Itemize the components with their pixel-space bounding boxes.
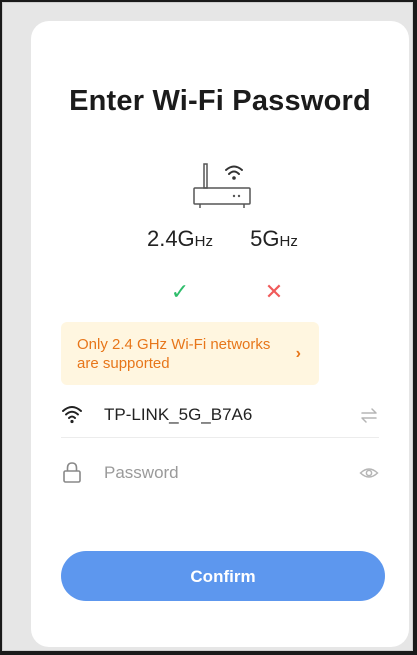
band-5ghz-label: 5G	[250, 226, 280, 251]
check-icon: ✓	[170, 279, 190, 304]
chevron-right-icon: ›	[295, 345, 301, 362]
lock-icon	[63, 462, 81, 483]
band-2-4ghz-label: 2.4G	[146, 226, 195, 251]
band-2-4ghz: 2.4GHz ✓	[135, 226, 225, 303]
page-title: Enter Wi-Fi Password	[69, 85, 371, 117]
wifi-password-card: Enter Wi-Fi Password 2.4GHz ✓ 5GHz ✕ Onl…	[31, 21, 409, 647]
eye-icon[interactable]	[359, 463, 379, 483]
screen-frame: Enter Wi-Fi Password 2.4GHz ✓ 5GHz ✕ Onl…	[2, 2, 413, 651]
cross-icon: ✕	[264, 279, 284, 304]
band-5ghz-unit: Hz	[279, 233, 298, 250]
ssid-row[interactable]: TP-LINK_5G_B7A6	[61, 393, 379, 438]
router-icon	[193, 163, 251, 208]
confirm-button[interactable]: Confirm	[61, 551, 385, 601]
switch-network-icon[interactable]	[359, 405, 379, 425]
password-input[interactable]: Password	[104, 463, 179, 483]
band-2-4ghz-unit: Hz	[194, 233, 214, 250]
band-5ghz: 5GHz ✕	[229, 226, 319, 303]
wifi-icon	[62, 406, 82, 424]
supported-networks-notice[interactable]: Only 2.4 GHz Wi-Fi networks are supporte…	[61, 322, 319, 385]
ssid-value: TP-LINK_5G_B7A6	[104, 405, 253, 424]
password-row[interactable]: Password	[61, 451, 379, 495]
notice-text: Only 2.4 GHz Wi-Fi networks are supporte…	[77, 336, 271, 372]
